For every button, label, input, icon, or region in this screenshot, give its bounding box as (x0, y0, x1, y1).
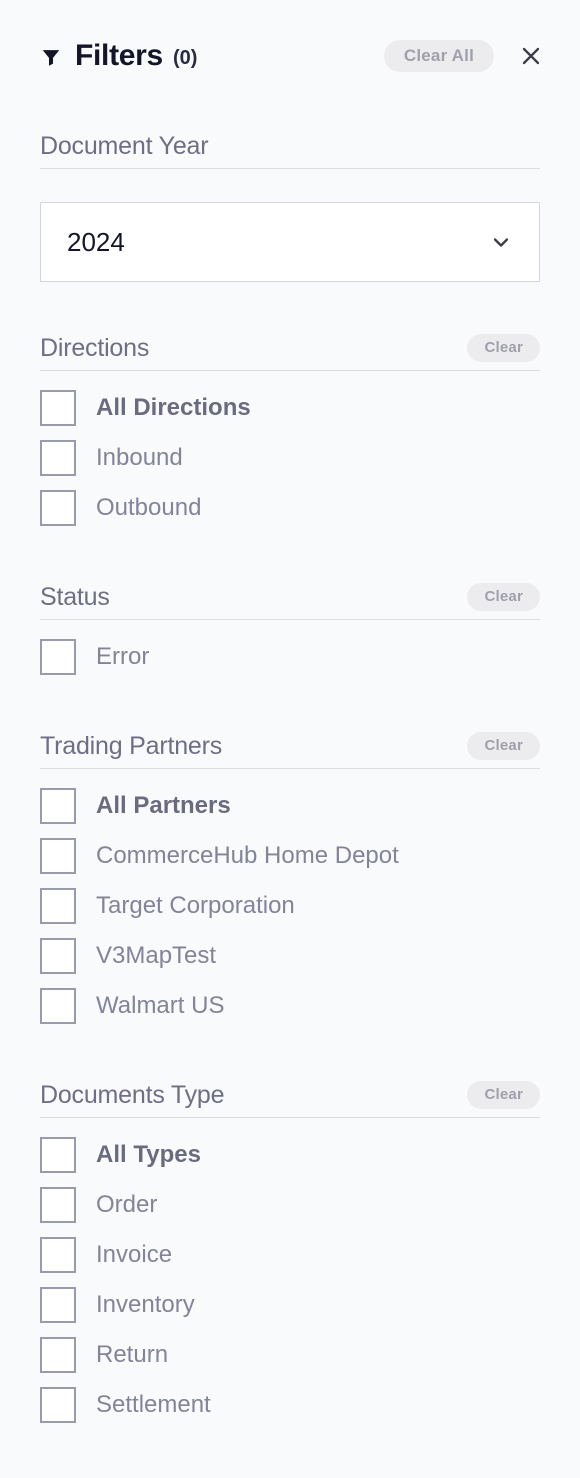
list-item[interactable]: Target Corporation (40, 881, 540, 931)
clear-status-button[interactable]: Clear (467, 583, 540, 611)
section-header-directions: Directions Clear (40, 326, 540, 370)
funnel-icon (42, 50, 60, 66)
documents-type-options: All Types Order Invoice Inventory Return… (40, 1118, 540, 1430)
list-item-label: Settlement (96, 1391, 211, 1418)
section-directions: Directions Clear All Directions Inbound … (0, 326, 580, 533)
section-trading-partners: Trading Partners Clear All Partners Comm… (0, 724, 580, 1031)
checkbox[interactable] (40, 1387, 76, 1423)
checkbox[interactable] (40, 938, 76, 974)
list-item-label: All Directions (96, 394, 251, 421)
section-title-document-year: Document Year (40, 131, 209, 160)
checkbox[interactable] (40, 1237, 76, 1273)
list-item[interactable]: Error (40, 632, 540, 682)
filters-panel-header: Filters (0) Clear All (0, 0, 580, 112)
filters-title-group: Filters (0) (40, 41, 384, 71)
checkbox[interactable] (40, 838, 76, 874)
list-item-label: All Types (96, 1141, 201, 1168)
list-item[interactable]: Invoice (40, 1230, 540, 1280)
checkbox[interactable] (40, 490, 76, 526)
section-documents-type: Documents Type Clear All Types Order Inv… (0, 1073, 580, 1430)
chevron-down-icon (493, 238, 509, 247)
list-item-label: Walmart US (96, 992, 225, 1019)
page-title: Filters (75, 39, 163, 72)
status-options: Error (40, 620, 540, 682)
trading-partners-options: All Partners CommerceHub Home Depot Targ… (40, 769, 540, 1031)
list-item[interactable]: Inventory (40, 1280, 540, 1330)
section-title-directions: Directions (40, 333, 150, 362)
section-header-status: Status Clear (40, 575, 540, 619)
list-item-label: V3MapTest (96, 942, 217, 969)
checkbox[interactable] (40, 788, 76, 824)
list-item-label: Error (96, 643, 150, 670)
list-item[interactable]: Inbound (40, 433, 540, 483)
directions-options: All Directions Inbound Outbound (40, 371, 540, 533)
filters-panel: Filters (0) Clear All Document Year 2024 (0, 0, 580, 1478)
checkbox[interactable] (40, 639, 76, 675)
list-item[interactable]: All Directions (40, 383, 540, 433)
section-header-documents-type: Documents Type Clear (40, 1073, 540, 1117)
checkbox[interactable] (40, 1137, 76, 1173)
section-document-year: Document Year 2024 (0, 124, 580, 282)
list-item-label: Inventory (96, 1291, 195, 1318)
document-year-value: 2024 (67, 227, 125, 257)
list-item[interactable]: Walmart US (40, 981, 540, 1031)
list-item-label: Outbound (96, 494, 202, 521)
document-year-select-wrap: 2024 (40, 202, 540, 282)
clear-all-button[interactable]: Clear All (383, 40, 494, 72)
checkbox[interactable] (40, 1337, 76, 1373)
filters-count: (0) (172, 47, 198, 69)
section-title-status: Status (40, 582, 110, 611)
clear-documents-type-button[interactable]: Clear (467, 1081, 540, 1109)
section-divider (40, 168, 540, 169)
list-item[interactable]: All Partners (40, 781, 540, 831)
section-title-trading-partners: Trading Partners (40, 731, 223, 760)
section-header-document-year: Document Year (40, 124, 540, 168)
section-title-documents-type: Documents Type (40, 1080, 225, 1109)
document-year-select[interactable]: 2024 (40, 202, 540, 282)
list-item-label: Invoice (96, 1241, 173, 1268)
checkbox[interactable] (40, 1287, 76, 1323)
list-item[interactable]: Outbound (40, 483, 540, 533)
close-icon (522, 47, 540, 65)
list-item-label: Order (96, 1191, 158, 1218)
clear-trading-partners-button[interactable]: Clear (467, 732, 540, 760)
list-item-label: All Partners (96, 792, 231, 819)
list-item[interactable]: Settlement (40, 1380, 540, 1430)
list-item[interactable]: V3MapTest (40, 931, 540, 981)
list-item-label: Target Corporation (96, 892, 295, 919)
close-panel-button[interactable] (516, 41, 546, 71)
checkbox[interactable] (40, 440, 76, 476)
checkbox[interactable] (40, 988, 76, 1024)
list-item-label: Return (96, 1341, 169, 1368)
section-header-trading-partners: Trading Partners Clear (40, 724, 540, 768)
section-status: Status Clear Error (0, 575, 580, 682)
checkbox[interactable] (40, 1187, 76, 1223)
list-item-label: CommerceHub Home Depot (96, 842, 399, 869)
list-item[interactable]: CommerceHub Home Depot (40, 831, 540, 881)
clear-directions-button[interactable]: Clear (467, 334, 540, 362)
checkbox[interactable] (40, 888, 76, 924)
checkbox[interactable] (40, 390, 76, 426)
list-item[interactable]: Order (40, 1180, 540, 1230)
list-item[interactable]: All Types (40, 1130, 540, 1180)
list-item-label: Inbound (96, 444, 183, 471)
list-item[interactable]: Return (40, 1330, 540, 1380)
